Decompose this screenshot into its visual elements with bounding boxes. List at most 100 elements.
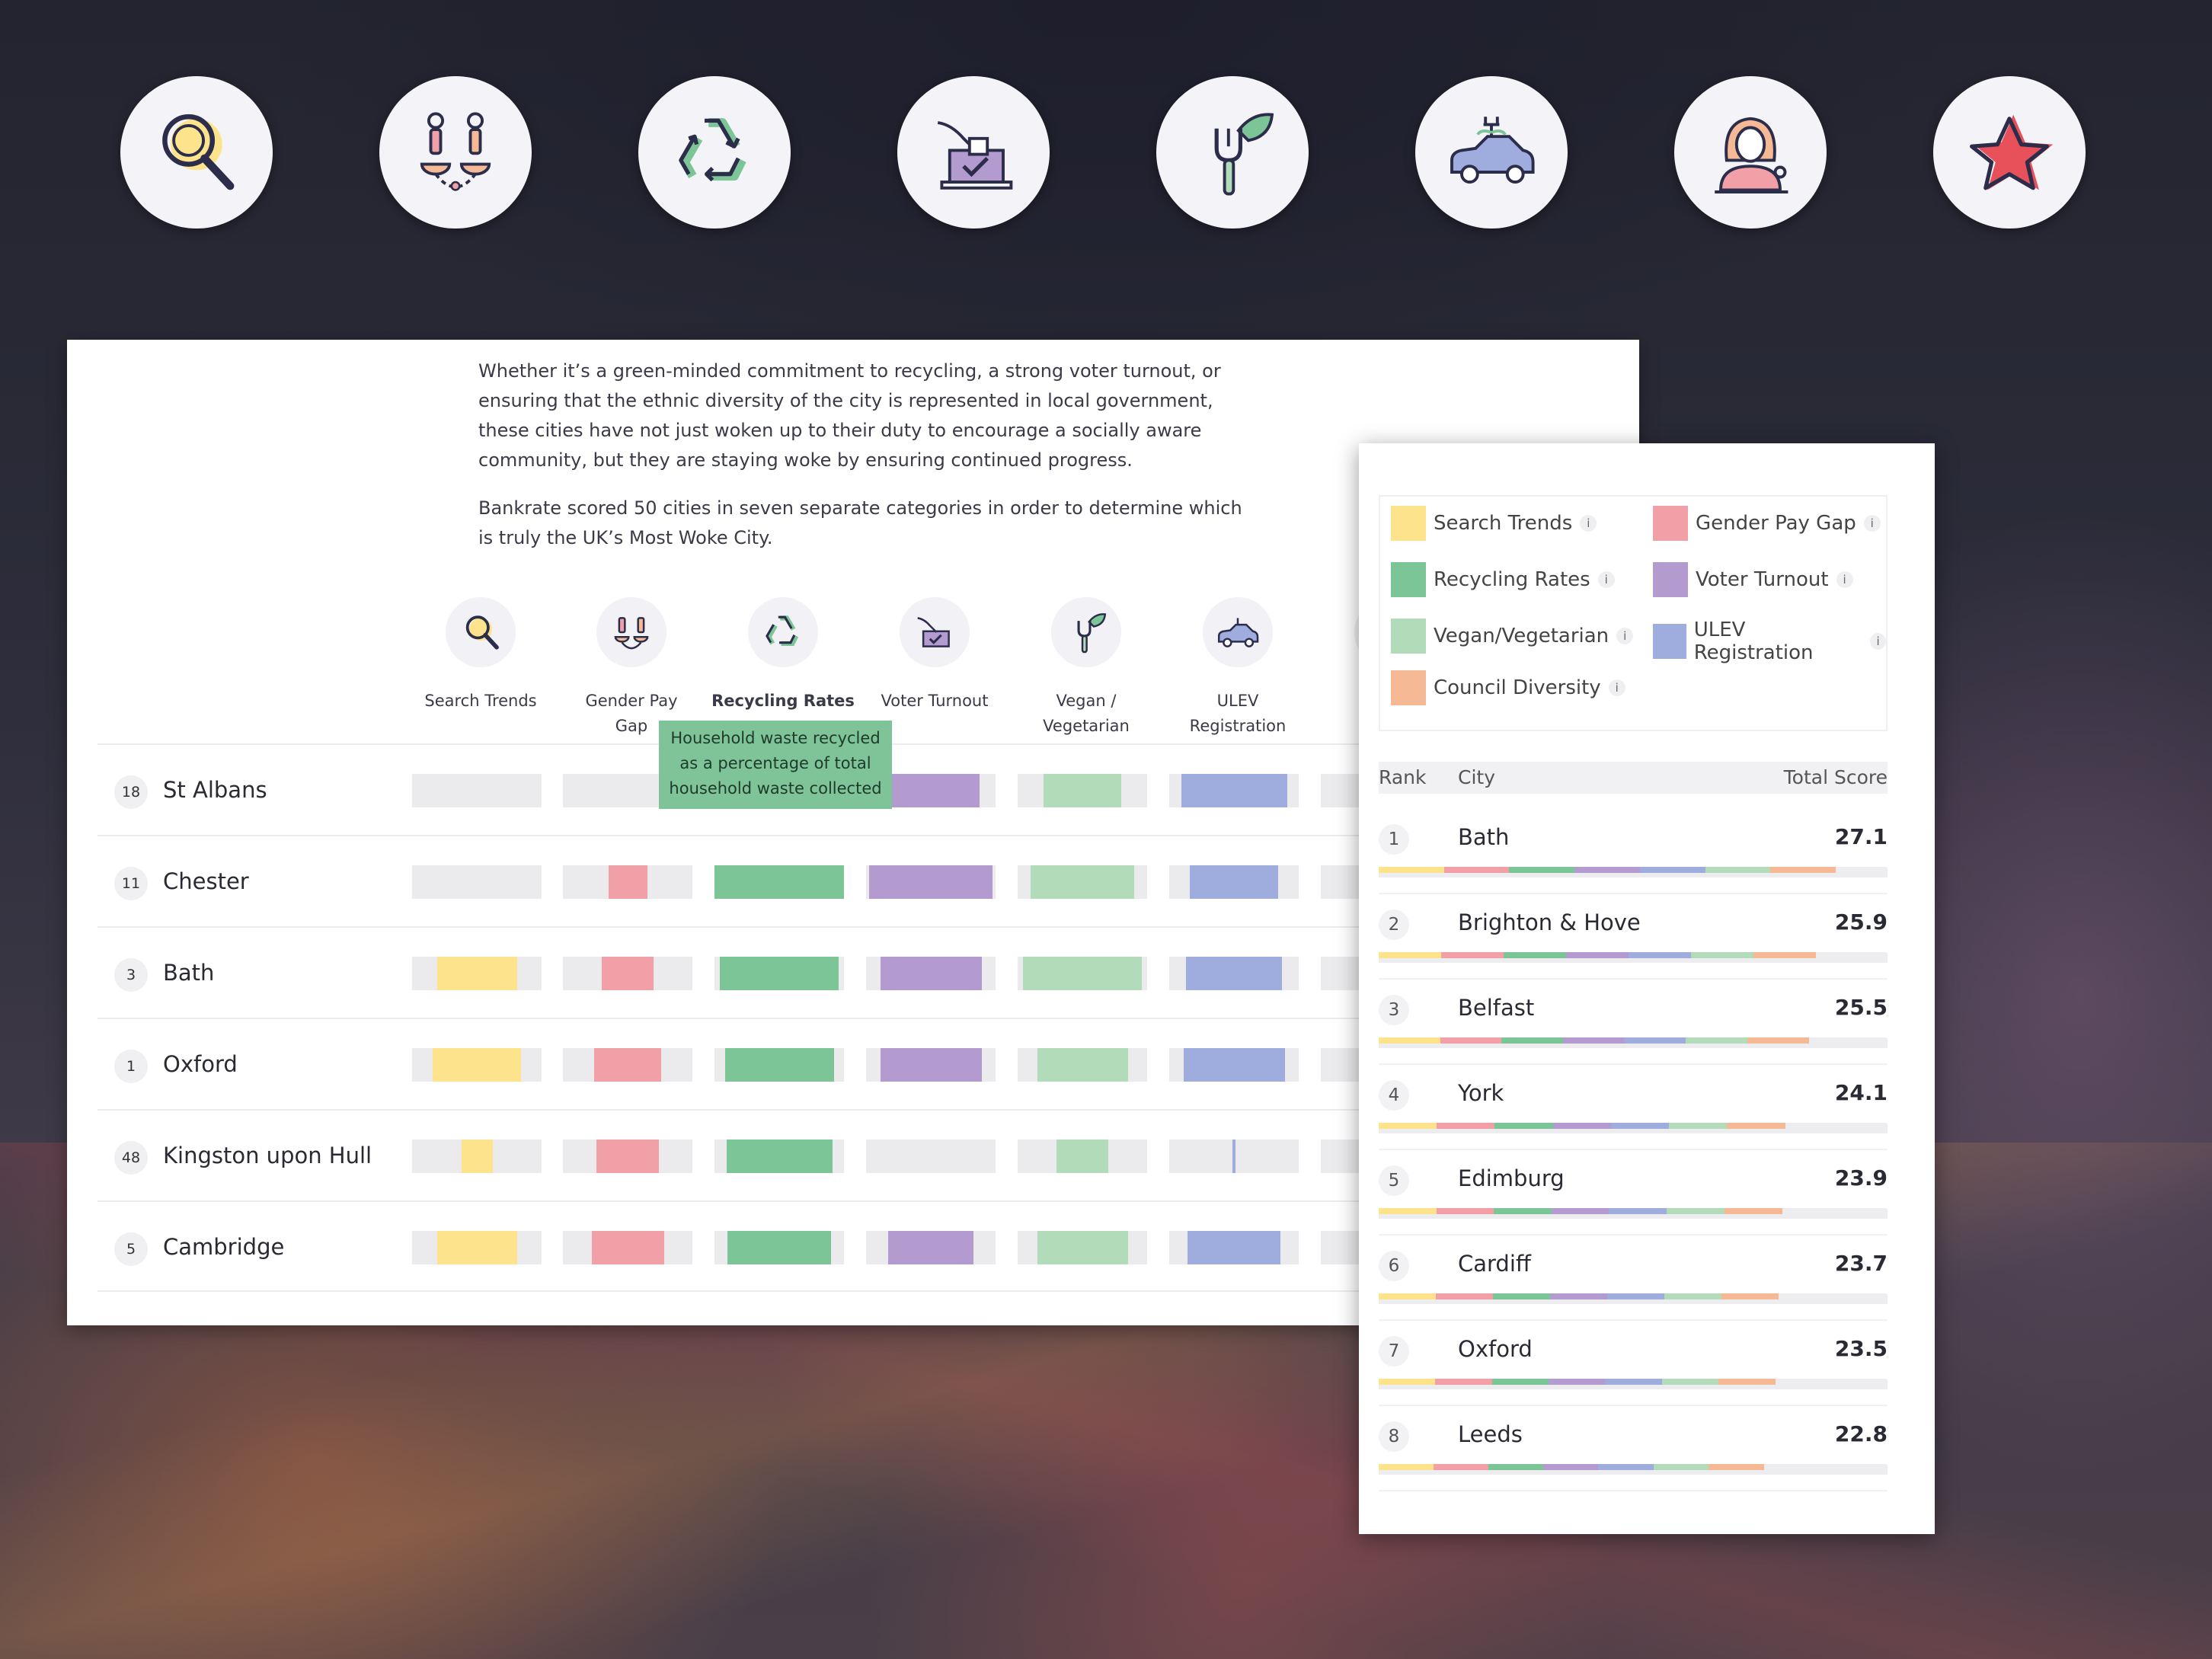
ranking-city: York	[1458, 1080, 1504, 1106]
score-track-gender	[563, 1048, 692, 1082]
legend-label: Recycling Rates	[1434, 568, 1590, 591]
score-bar-recycling	[727, 1231, 831, 1264]
legend-label: Gender Pay Gap	[1696, 512, 1856, 535]
score-track-recycling	[714, 865, 844, 899]
score-segment-search	[1379, 952, 1441, 958]
legend-item-council[interactable]: Council Diversity i	[1391, 670, 1625, 705]
total-score-bar	[1379, 1379, 1888, 1389]
category-header-gender[interactable]: Gender Pay Gap	[557, 597, 706, 739]
category-header-ulev[interactable]: ULEV Registration	[1163, 597, 1312, 739]
ranking-city: Oxford	[1458, 1336, 1533, 1362]
score-bar-recycling	[725, 1048, 834, 1082]
score-segment-vegan	[1654, 1464, 1709, 1470]
legend-item-search[interactable]: Search Trends i	[1391, 506, 1597, 541]
councillor-woman-icon[interactable]	[1674, 76, 1827, 229]
ranking-row[interactable]: 3 Belfast 25.5	[1379, 980, 1888, 1065]
info-icon[interactable]: i	[1616, 628, 1634, 644]
score-bar-voter	[869, 865, 993, 899]
star-icon[interactable]	[1933, 76, 2086, 229]
ranking-row[interactable]: 4 York 24.1	[1379, 1065, 1888, 1150]
score-bar-gender	[592, 1231, 664, 1264]
legend-label: Voter Turnout	[1696, 568, 1829, 591]
legend-item-recycling[interactable]: Recycling Rates i	[1391, 562, 1615, 597]
score-track-ulev	[1169, 774, 1299, 807]
score-segment-council	[1753, 952, 1816, 958]
legend-swatch	[1391, 506, 1426, 541]
score-segment-council	[1727, 1123, 1785, 1129]
score-segment-ulev	[1625, 1037, 1686, 1044]
score-segment-ulev	[1605, 1379, 1662, 1385]
score-bar-ulev	[1181, 774, 1287, 807]
category-header-voter[interactable]: Voter Turnout	[860, 597, 1009, 714]
score-segment-search	[1379, 867, 1444, 873]
category-label: Recycling Rates	[711, 692, 855, 710]
score-segment-voter	[1563, 1037, 1625, 1044]
score-segment-voter	[1543, 1464, 1599, 1470]
ranking-row[interactable]: 1 Bath 27.1	[1379, 809, 1888, 894]
legend-item-voter[interactable]: Voter Turnout i	[1653, 562, 1853, 597]
ranking-row[interactable]: 2 Brighton & Hove 25.9	[1379, 894, 1888, 980]
score-track-voter	[866, 1140, 996, 1173]
category-label: Voter Turnout	[881, 692, 989, 710]
info-icon[interactable]: i	[1836, 571, 1853, 588]
legend-item-vegan[interactable]: Vegan/Vegetarian i	[1391, 619, 1634, 654]
score-segment-ulev	[1640, 867, 1705, 873]
score-segment-search	[1379, 1293, 1436, 1299]
score-segment-council	[1721, 1293, 1779, 1299]
gender-scales-icon[interactable]	[379, 76, 532, 229]
ranking-row[interactable]: 6 Cardiff 23.7	[1379, 1235, 1888, 1321]
ranking-row[interactable]: 7 Oxford 23.5	[1379, 1321, 1888, 1406]
score-segment-vegan	[1691, 952, 1753, 958]
category-header-vegan[interactable]: Vegan / Vegetarian	[1012, 597, 1161, 739]
score-track-recycling	[714, 1048, 844, 1082]
recycling-icon[interactable]	[638, 76, 791, 229]
score-bar-gender	[596, 1140, 659, 1173]
city-name: Chester	[163, 868, 249, 894]
category-header-search[interactable]: Search Trends	[406, 597, 555, 714]
score-bar-voter	[888, 1231, 973, 1264]
city-name: Cambridge	[163, 1234, 285, 1260]
score-segment-council	[1709, 1464, 1764, 1470]
score-bar-voter	[881, 1048, 982, 1082]
score-segment-gender	[1436, 1293, 1493, 1299]
info-icon[interactable]: i	[1608, 679, 1625, 696]
ranking-row[interactable]: 8 Leeds 22.8	[1379, 1406, 1888, 1491]
leaf-fork-icon[interactable]	[1156, 76, 1309, 229]
score-track-gender	[563, 957, 692, 990]
intro-paragraph-1: Whether it’s a green-minded commitment t…	[478, 360, 1221, 471]
score-segment-ulev	[1611, 1123, 1670, 1129]
legend-item-ulev[interactable]: ULEV Registration i	[1653, 619, 1886, 664]
score-track-voter	[866, 1048, 996, 1082]
score-segment-search	[1379, 1464, 1434, 1470]
score-track-vegan	[1018, 1048, 1147, 1082]
ranking-score: 23.9	[1834, 1165, 1888, 1191]
ranking-score: 24.1	[1834, 1080, 1888, 1105]
ranking-row[interactable]: 5 Edimburg 23.9	[1379, 1150, 1888, 1235]
score-bar-ulev	[1184, 1048, 1285, 1082]
legend-item-gender[interactable]: Gender Pay Gap i	[1653, 506, 1881, 541]
score-segment-gender	[1441, 952, 1504, 958]
category-header-recycling[interactable]: Recycling Rates	[708, 597, 858, 714]
electric-car-icon[interactable]	[1415, 76, 1568, 229]
score-track-ulev	[1169, 1231, 1299, 1264]
category-label: Search Trends	[424, 692, 537, 710]
search-icon	[446, 597, 516, 667]
info-icon[interactable]: i	[1863, 515, 1881, 532]
ballot-box-icon[interactable]	[897, 76, 1050, 229]
legend-swatch	[1653, 506, 1688, 541]
score-segment-vegan	[1667, 1208, 1725, 1214]
score-bar-recycling	[714, 865, 844, 899]
score-segment-search	[1379, 1208, 1437, 1214]
score-track-vegan	[1018, 957, 1147, 990]
info-icon[interactable]: i	[1597, 571, 1615, 588]
info-icon[interactable]: i	[1870, 633, 1886, 650]
ranking-rank: 1	[1379, 824, 1409, 855]
score-segment-gender	[1444, 867, 1510, 873]
info-icon[interactable]: i	[1580, 515, 1597, 532]
search-magnifier-icon[interactable]	[120, 76, 273, 229]
ranking-city: Belfast	[1458, 995, 1535, 1021]
score-segment-vegan	[1705, 867, 1771, 873]
legend: Search Trends i Gender Pay Gap i Recycling R…	[1379, 495, 1888, 731]
score-segment-recycling	[1492, 1379, 1549, 1385]
rank-badge: 48	[114, 1141, 148, 1175]
